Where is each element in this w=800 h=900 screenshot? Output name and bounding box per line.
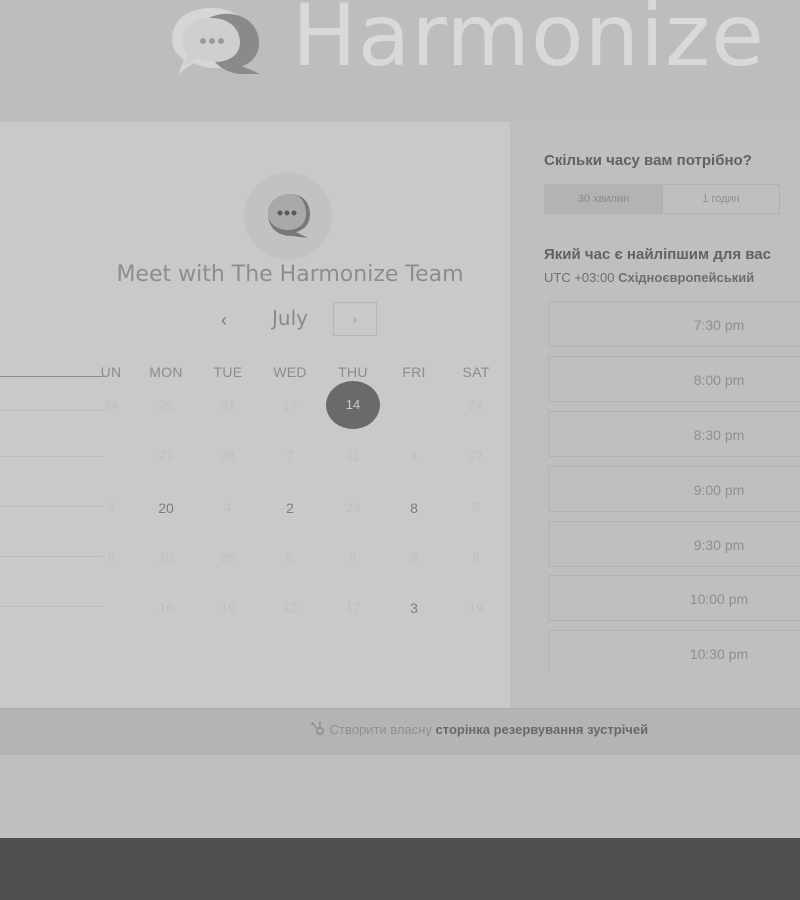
calendar-day-disabled: 28 <box>220 448 236 463</box>
weekday-label: WED <box>273 364 307 380</box>
calendar-day-disabled: 16 <box>158 600 174 615</box>
calendar-day-disabled: 24 <box>468 398 484 413</box>
calendar-day-disabled: 5 <box>286 550 294 565</box>
meeting-title: Meet with The Harmonize Team <box>116 262 464 287</box>
time-slot[interactable]: 7:30 pm <box>548 301 800 347</box>
calendar-day-disabled: 10 <box>158 550 174 565</box>
time-slot[interactable]: 10:30 pm <box>548 630 800 672</box>
harmonize-logo-icon <box>172 8 260 74</box>
prev-month-button[interactable]: ‹ <box>210 302 238 338</box>
calendar-day-disabled: 6 <box>472 550 480 565</box>
team-avatar <box>244 172 332 260</box>
calendar-day-available[interactable]: 3 <box>386 600 442 616</box>
divider <box>0 606 103 607</box>
calendar-day-disabled: 8 <box>349 550 357 565</box>
selected-day[interactable]: 14 <box>326 381 380 429</box>
calendar-day-disabled: 31 <box>220 398 236 413</box>
weekday-label: FRI <box>402 364 426 380</box>
duration-question: Скільки часу вам потрібно? <box>544 152 752 169</box>
hubspot-sprocket-icon <box>311 721 325 736</box>
timezone-offset: UTC +03:00 <box>544 270 615 285</box>
time-slot[interactable]: 8:30 pm <box>548 411 800 457</box>
time-slot[interactable]: 9:00 pm <box>548 466 800 512</box>
duration-toggle: 30 хвилин 1 годин <box>544 184 780 214</box>
calendar-day-disabled: 9 <box>107 500 115 515</box>
weekday-label: TUE <box>213 364 243 380</box>
footer-link-text[interactable]: сторінка резервування зустрічей <box>436 722 649 737</box>
calendar-day-available[interactable]: 2 <box>262 500 318 516</box>
page-bottom <box>0 838 800 900</box>
divider <box>0 456 103 457</box>
calendar-day-disabled: 4 <box>224 500 232 515</box>
timezone-name: Східноєвропейський <box>618 270 755 285</box>
calendar-day-disabled: 10 <box>220 600 236 615</box>
calendar-day-disabled: 4 <box>410 448 418 463</box>
calendar-day-available[interactable]: 8 <box>386 500 442 516</box>
calendar-day-disabled: 11 <box>346 448 360 463</box>
weekday-label: UN <box>100 364 122 380</box>
calendar-day-disabled: 19 <box>468 600 484 615</box>
month-label: July <box>272 306 308 330</box>
next-month-button[interactable]: › <box>333 302 377 336</box>
calendar-day-disabled: 25 <box>220 550 236 565</box>
time-slot-list[interactable]: 7:30 pm 8:00 pm 8:30 pm 9:00 pm 9:30 pm … <box>548 301 800 672</box>
timezone-label[interactable]: UTC +03:00 Східноєвропейський <box>544 270 754 285</box>
weekday-label: SAT <box>462 364 490 380</box>
calendar-day-disabled: 9 <box>410 550 418 565</box>
footer-text: Створити власну <box>329 722 432 737</box>
brand-name: Harmonize <box>292 0 766 86</box>
weekday-label: MON <box>149 364 183 380</box>
calendar-day-available[interactable]: 20 <box>138 500 194 516</box>
weekday-label: THU <box>338 364 368 380</box>
calendar-day-disabled: 6 <box>107 550 115 565</box>
time-slot[interactable]: 9:30 pm <box>548 521 800 567</box>
calendar-day-disabled: 5 <box>472 500 480 515</box>
duration-30-button[interactable]: 30 хвилин <box>545 185 663 213</box>
time-question: Який час є найліпшим для вас <box>544 246 771 263</box>
time-slot[interactable]: 8:00 pm <box>548 356 800 402</box>
calendar-day-disabled: 17 <box>345 600 361 615</box>
create-booking-page-link[interactable]: Створити власну сторінка резервування зу… <box>310 721 648 737</box>
chat-bubble-icon <box>268 194 310 238</box>
duration-60-button[interactable]: 1 годин <box>663 185 779 213</box>
calendar-day-disabled: 17 <box>282 398 298 413</box>
calendar-day-disabled: 12 <box>282 600 298 615</box>
calendar-day-disabled: 21 <box>158 448 174 463</box>
time-slot[interactable]: 10:00 pm <box>548 575 800 621</box>
calendar-day-disabled: 22 <box>468 448 484 463</box>
calendar-day-disabled: 25 <box>158 398 174 413</box>
calendar-day-disabled: 24 <box>103 398 119 413</box>
calendar-day-disabled: 7 <box>286 448 294 463</box>
header: Harmonize <box>0 0 800 122</box>
calendar-day-disabled: 23 <box>345 500 361 515</box>
